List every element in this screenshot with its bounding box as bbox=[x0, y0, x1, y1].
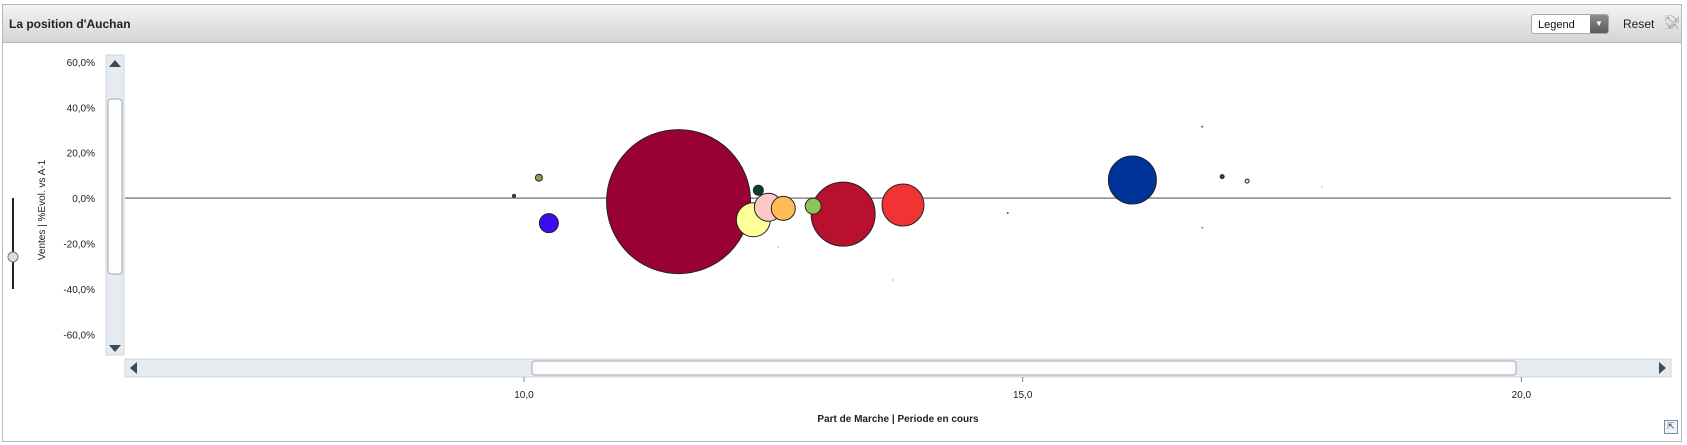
y-tick-label: 60,0% bbox=[67, 58, 95, 69]
y-axis-label: Ventes | %Evol. vs A-1 bbox=[37, 159, 48, 260]
vertical-scroll-thumb[interactable] bbox=[107, 98, 123, 275]
y-tick-label: -60,0% bbox=[63, 331, 95, 342]
bubble-point[interactable] bbox=[892, 279, 894, 281]
x-axis-ticks: 10,0 15,0 20,0 bbox=[514, 377, 1532, 401]
bubble-point[interactable] bbox=[1321, 186, 1323, 188]
bubble-point[interactable] bbox=[810, 181, 876, 247]
y-tick-label: -40,0% bbox=[63, 285, 95, 296]
bubbles bbox=[511, 125, 1323, 281]
bubble-point[interactable] bbox=[534, 173, 543, 182]
y-tick-label: 20,0% bbox=[67, 149, 95, 160]
bubble-point[interactable] bbox=[1219, 174, 1225, 180]
bubble-point[interactable] bbox=[777, 246, 779, 248]
bubble-point[interactable] bbox=[752, 184, 764, 196]
x-tick-label: 15,0 bbox=[1013, 390, 1033, 401]
bubble-point[interactable] bbox=[881, 183, 925, 227]
zoom-slider-handle[interactable] bbox=[7, 251, 19, 263]
bubble-point[interactable] bbox=[1201, 226, 1204, 229]
x-tick-label: 20,0 bbox=[1512, 390, 1532, 401]
bubble-point[interactable] bbox=[804, 197, 822, 215]
bubble-point[interactable] bbox=[1006, 211, 1009, 214]
bubble-chart: 60,0% 40,0% 20,0% 0,0% -20,0% -40,0% -60,0% 10… bbox=[7, 54, 1672, 425]
bubble-point[interactable] bbox=[1244, 178, 1250, 184]
y-tick-label: 40,0% bbox=[67, 103, 95, 114]
y-tick-label: 0,0% bbox=[72, 194, 95, 205]
x-tick-label: 10,0 bbox=[514, 390, 534, 401]
bubble-point[interactable] bbox=[770, 195, 796, 221]
y-tick-label: -20,0% bbox=[63, 240, 95, 251]
x-axis-label: Part de Marche | Periode en cours bbox=[817, 414, 979, 425]
y-axis-ticks: 60,0% 40,0% 20,0% 0,0% -20,0% -40,0% -60,0% bbox=[63, 58, 95, 342]
bubble-point[interactable] bbox=[606, 129, 752, 275]
bubble-point[interactable] bbox=[511, 193, 516, 198]
resize-corner-icon[interactable]: ⇱ bbox=[1664, 420, 1678, 434]
bubble-point[interactable] bbox=[1201, 125, 1204, 128]
bubble-point[interactable] bbox=[538, 213, 559, 234]
horizontal-scroll-thumb[interactable] bbox=[531, 360, 1517, 376]
bubble-point[interactable] bbox=[1107, 155, 1157, 205]
